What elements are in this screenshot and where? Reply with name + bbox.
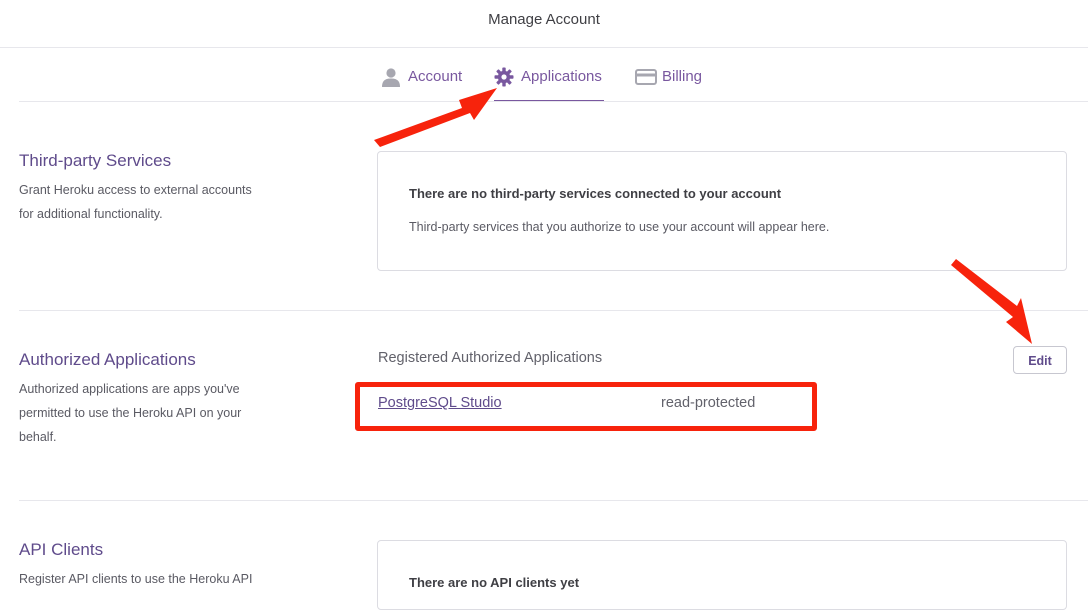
annotation-highlight-box — [355, 382, 817, 431]
tab-billing-label: Billing — [662, 68, 703, 85]
edit-button[interactable]: Edit — [1013, 346, 1067, 374]
third-party-services-card: There are no third-party services connec… — [377, 151, 1067, 271]
tab-account-label: Account — [408, 68, 463, 85]
api-clients-description: Register API clients to use the Heroku A… — [19, 572, 253, 586]
tab-billing[interactable]: Billing — [635, 57, 702, 101]
authorized-applications-description: Authorized applications are apps you've … — [19, 382, 242, 444]
api-clients-title: API Clients — [19, 540, 104, 559]
api-clients-card: There are no API clients yet — [377, 540, 1067, 610]
third-party-empty-heading: There are no third-party services connec… — [409, 186, 782, 201]
tab-applications[interactable]: Applications — [494, 57, 604, 102]
page-title: Manage Account — [488, 11, 600, 28]
person-icon — [381, 67, 401, 87]
top-header: Manage Account — [0, 0, 1088, 48]
registered-apps-label: Registered Authorized Applications — [378, 350, 603, 366]
tab-account[interactable]: Account — [381, 57, 462, 101]
section-divider — [19, 310, 1088, 311]
annotation-arrow-icon — [951, 259, 1032, 344]
authorized-applications-title: Authorized Applications — [19, 350, 196, 369]
third-party-services-title: Third-party Services — [19, 151, 172, 170]
section-divider — [19, 500, 1088, 501]
third-party-services-description: Grant Heroku access to external accounts… — [19, 183, 252, 221]
gear-icon — [494, 67, 514, 87]
third-party-empty-text: Third-party services that you authorize … — [409, 220, 830, 234]
credit-card-icon — [635, 67, 657, 87]
tabs-divider — [19, 101, 1088, 102]
tab-applications-label: Applications — [521, 68, 602, 85]
